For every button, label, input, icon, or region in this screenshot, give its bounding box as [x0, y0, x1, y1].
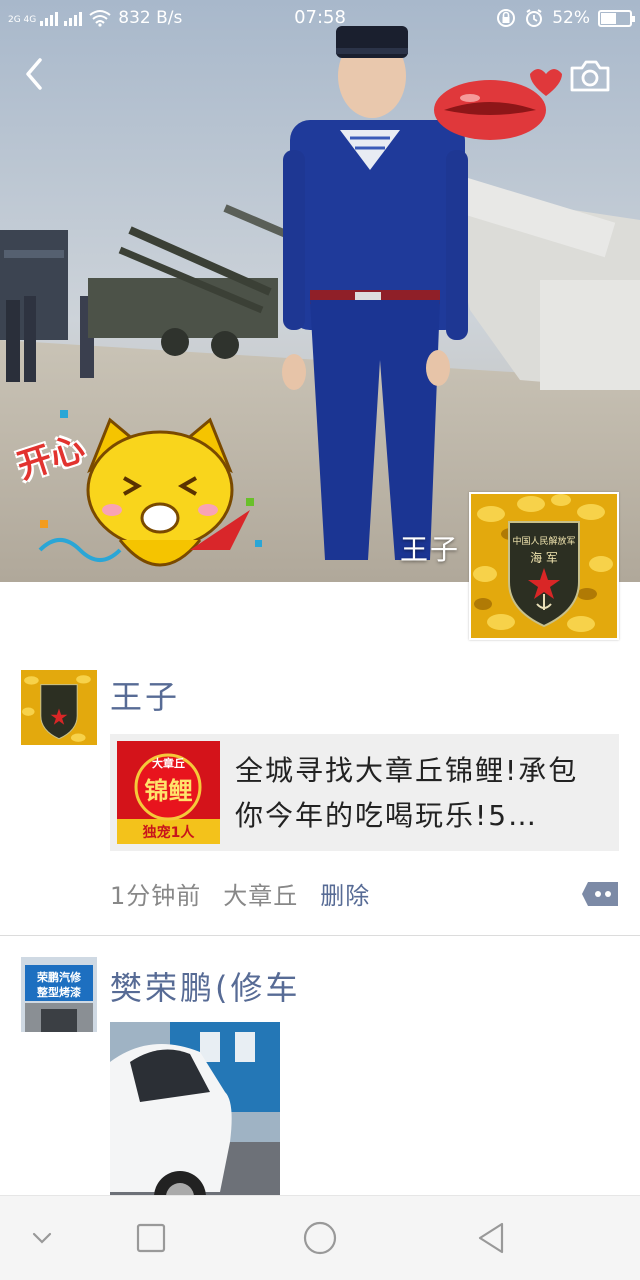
avatar-badge-text-top: 中国人民解放军 [512, 535, 575, 547]
avatar[interactable]: 荣鹏汽修 整型烤漆 [21, 957, 97, 1032]
post-time: 1分钟前 [110, 882, 202, 910]
wifi-icon [89, 10, 111, 27]
signal-icon [40, 10, 59, 26]
chevron-left-icon[interactable] [18, 54, 54, 94]
alarm-icon [526, 9, 543, 27]
network-type-label: 2G 4G [8, 15, 37, 25]
post-username[interactable]: 王子 [110, 672, 180, 718]
chevron-down-icon[interactable] [20, 1218, 64, 1258]
delete-button[interactable]: 删除 [320, 876, 370, 911]
thumb-bottom-text: 独宠1人 [142, 825, 195, 841]
thumb-top-text: 大章丘 [152, 757, 185, 770]
avatar-badge-text-bottom: 海 军 [530, 550, 558, 565]
avatar-sign-line1: 荣鹏汽修 [37, 971, 81, 984]
shared-link-title: 全城寻找大章丘锦鲤!承包你今年的吃喝玩乐!5… [235, 754, 579, 832]
profile-avatar[interactable]: 中国人民解放军 海 军 [469, 492, 619, 640]
battery-percent: 52% [552, 8, 590, 28]
network-speed: 832 B/s [118, 8, 183, 28]
status-bar: 2G 4G 832 B/s 07:58 52% [0, 0, 640, 36]
post-meta: 1分钟前 大章丘 删除 [110, 876, 370, 911]
camera-icon[interactable] [568, 58, 612, 94]
post-photo[interactable] [110, 1022, 280, 1195]
profile-name: 王子 [399, 533, 460, 566]
moment-post: 王子 大章丘 锦鲤 独宠1人 全城寻找大章丘锦鲤!承包你今年的吃喝玩乐!5… 1… [0, 650, 640, 936]
rotation-lock-icon [497, 9, 516, 27]
thumb-main-text: 锦鲤 [144, 777, 193, 805]
post-username[interactable]: 樊荣鹏(修车 [110, 963, 301, 1009]
battery-icon [598, 9, 635, 27]
avatar[interactable] [21, 670, 97, 745]
system-nav-bar [0, 1195, 640, 1280]
battery-fill [601, 12, 616, 24]
shared-link-thumbnail: 大章丘 锦鲤 独宠1人 [117, 741, 220, 844]
back-triangle-icon[interactable] [470, 1218, 514, 1258]
shared-link-card[interactable]: 大章丘 锦鲤 独宠1人 全城寻找大章丘锦鲤!承包你今年的吃喝玩乐!5… [110, 734, 619, 851]
avatar-sign-line2: 整型烤漆 [37, 986, 81, 999]
moment-post: 荣鹏汽修 整型烤漆 樊荣鹏(修车 [0, 937, 640, 1195]
recent-apps-icon[interactable] [129, 1218, 173, 1258]
home-icon[interactable] [298, 1218, 342, 1258]
post-source[interactable]: 大章丘 [223, 876, 298, 911]
signal-icon-2 [64, 10, 83, 26]
comment-icon[interactable] [580, 880, 620, 908]
